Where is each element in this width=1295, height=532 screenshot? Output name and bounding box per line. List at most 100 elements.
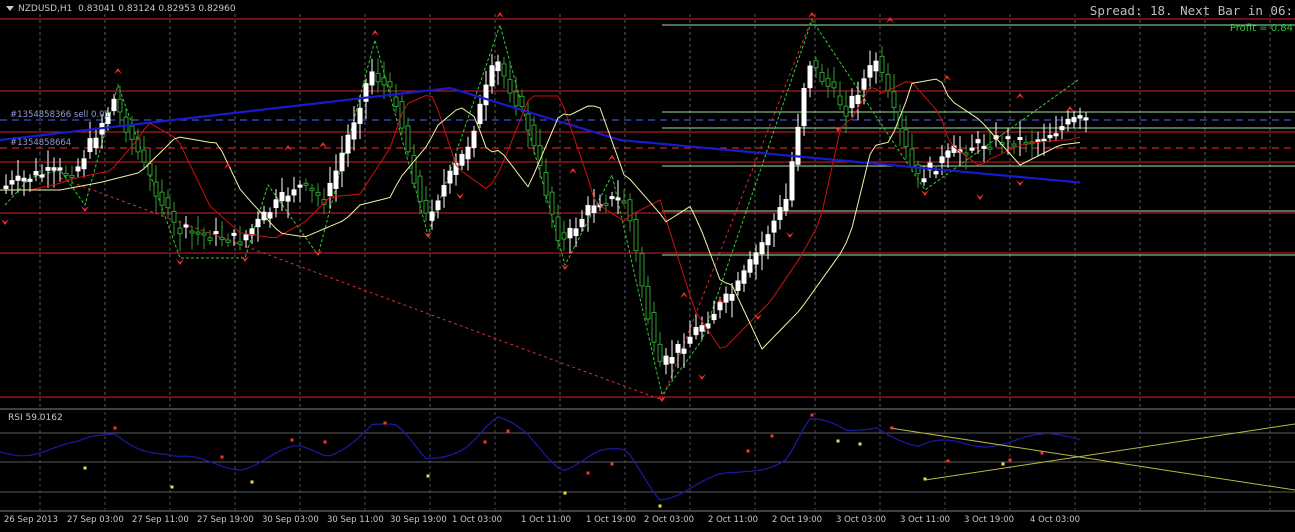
candle-body [1083,117,1089,121]
candle-body [675,344,681,353]
candle-body [63,173,69,177]
candle-body [621,200,627,204]
fractal-down-icon [976,194,984,200]
fractal-down-icon [176,259,184,265]
candle-body [771,220,777,233]
candle-body [93,137,99,149]
candle-body [351,122,357,140]
candle-body [933,171,939,175]
fractal-up-icon [680,292,688,298]
candle-body [15,175,21,181]
candle-body [207,237,213,241]
candle-body [435,200,441,211]
fractal-up-icon [114,68,122,74]
rsi-trend-line-1 [889,427,1295,491]
candle-body [9,180,15,185]
candle-body [747,259,753,273]
candle-body [117,98,123,113]
candle-body [633,219,639,252]
candle-body [87,138,93,153]
time-axis-tick: 27 Sep 11:00 [132,515,189,525]
candle-body [639,253,645,287]
candle-body [777,207,783,220]
candle-body [375,72,381,83]
candle-body [885,73,891,92]
candle-body [765,234,771,246]
candle-body [987,146,993,150]
candle-body [723,293,729,303]
candle-body [393,96,399,107]
candle-body [1071,117,1077,123]
time-axis-tick: 30 Sep 03:00 [262,515,319,525]
candle-body [291,189,297,196]
candle-body [141,149,147,163]
candle-body [645,285,651,320]
candle-body [855,94,861,105]
order-sell-label[interactable]: #1354858366 sell 0.01 [10,110,110,120]
candle-body [225,239,231,243]
fractal-down-icon [698,374,706,380]
order-label-2[interactable]: #1354858664 [10,138,71,148]
candle-body [1077,115,1083,119]
candle-body [183,224,189,228]
fractal-up-icon [886,17,894,23]
fractal-down-icon [456,193,464,199]
candle-body [195,231,201,235]
candle-body [279,192,285,202]
candle-body [687,336,693,344]
candle-body [669,357,675,364]
fractal-up-icon [1016,93,1024,99]
candle-body [501,63,507,77]
candle-body [843,105,849,117]
candle-body [345,134,351,154]
candle-body [573,228,579,237]
fractal-up-icon [224,163,232,169]
candle-body [285,195,291,202]
candle-body [969,147,975,151]
candle-body [33,171,39,176]
rsi-peak-marker [1040,451,1044,455]
candle-body [567,227,573,239]
candle-body [699,325,705,332]
candle-body [657,343,663,362]
candle-body [243,234,249,241]
time-axis-tick: 30 Sep 11:00 [327,515,384,525]
candle-body [1017,137,1023,141]
candle-body [231,232,237,236]
rsi-peak-marker [610,462,614,466]
price-chart[interactable] [0,0,1295,532]
candle-body [39,174,45,178]
candle-body [171,210,177,223]
rsi-label: RSI 59.0162 [8,413,63,423]
candle-body [3,185,9,189]
rsi-trough-marker [250,480,254,484]
candle-body [447,170,453,184]
rsi-trough-marker [858,442,862,446]
candle-body [729,293,735,301]
candle-body [759,242,765,255]
candle-body [921,178,927,183]
candle-body [153,181,159,197]
candle-body [945,150,951,158]
candle-body [201,232,207,236]
candle-body [303,182,309,186]
time-axis-tick: 1 Oct 11:00 [521,515,572,525]
candle-body [1053,133,1059,137]
time-axis-tick: 26 Sep 2013 [4,515,58,525]
candle-body [579,218,585,228]
candle-body [273,199,279,209]
fractal-up-icon [569,168,577,174]
candle-body [1035,139,1041,143]
trading-terminal[interactable]: NZDUSD,H1 0.83041 0.83124 0.82953 0.8296… [0,0,1295,532]
rsi-trough-marker [923,477,927,481]
candle-body [237,241,243,245]
collapse-triangle-icon[interactable] [6,6,14,11]
candle-body [417,175,423,202]
candle-body [825,77,831,87]
rsi-peak-marker [220,455,224,459]
candle-body [873,60,879,72]
rsi-peak-marker [483,440,487,444]
candle-body [807,65,813,89]
candle-body [867,65,873,78]
candle-body [441,185,447,197]
